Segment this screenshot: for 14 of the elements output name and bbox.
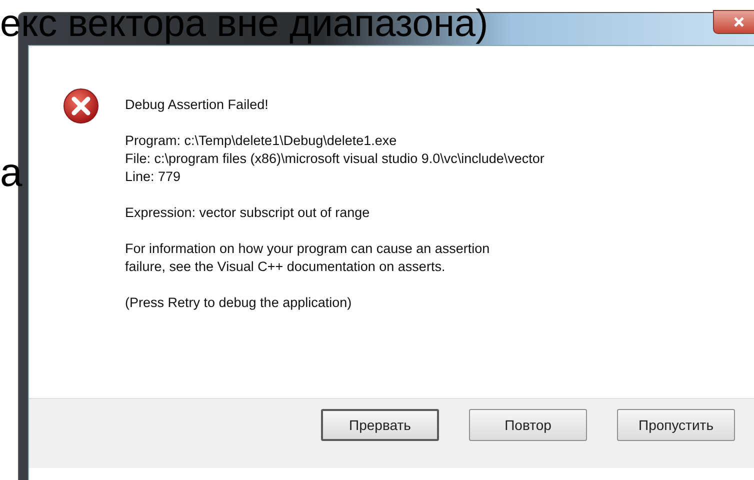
dialog-button[interactable]: Пропустить	[617, 409, 735, 441]
close-button[interactable]	[713, 10, 754, 34]
dialog-button[interactable]: Прервать	[321, 409, 439, 441]
message-line: File: c:\program files (x86)\microsoft visual studio 9.0\vc\include\vector	[125, 150, 544, 168]
message-line: Line: 779	[125, 168, 182, 186]
close-icon	[733, 16, 745, 28]
message-line: For information on how your program can cause an assertion	[125, 240, 491, 258]
message-line: Program: c:\Temp\delete1\Debug\delete1.exe	[125, 132, 398, 150]
message-line: (Press Retry to debug the application)	[125, 294, 353, 312]
error-icon	[63, 88, 99, 124]
error-heading: Debug Assertion Failed!	[125, 96, 270, 114]
message-line: Expression: vector subscript out of range	[125, 204, 371, 222]
message-line: failure, see the Visual C++ documentation on asserts.	[125, 258, 446, 276]
dialog-button[interactable]: Повтор	[469, 409, 587, 441]
